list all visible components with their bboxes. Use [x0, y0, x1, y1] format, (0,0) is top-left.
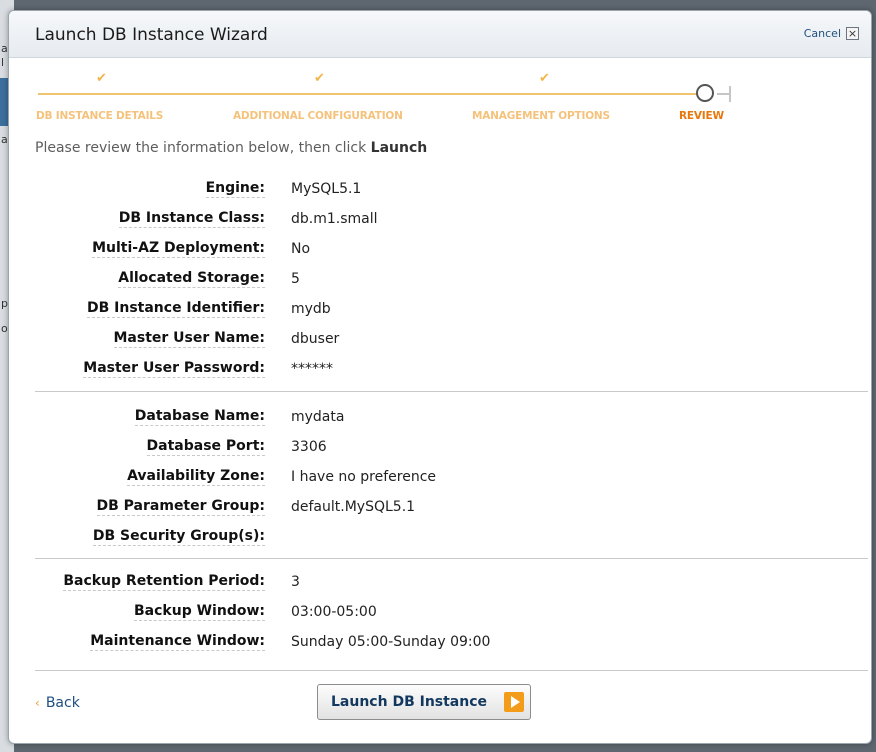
review-label: Master User Name:: [113, 330, 265, 348]
background-text-fragment: a: [1, 133, 8, 146]
review-label: DB Instance Class:: [118, 210, 265, 228]
back-link[interactable]: ‹ Back: [35, 695, 80, 711]
dialog-title: Launch DB Instance Wizard: [35, 25, 268, 45]
review-label: Allocated Storage:: [118, 270, 265, 288]
review-label: Database Name:: [134, 408, 265, 426]
review-row-availability-zone: Availability Zone: I have no preference: [9, 467, 871, 489]
step-management-options: MANAGEMENT OPTIONS: [472, 110, 610, 122]
review-row-multi-az: Multi-AZ Deployment: No: [9, 239, 871, 261]
review-row-instance-identifier: DB Instance Identifier: mydb: [9, 299, 871, 321]
review-label: DB Security Group(s):: [92, 528, 265, 546]
progress-line: [38, 93, 706, 95]
review-row-instance-class: DB Instance Class: db.m1.small: [9, 209, 871, 231]
review-value: 3: [291, 574, 300, 590]
review-value: ******: [291, 361, 333, 377]
background-text-fragment: o: [1, 322, 8, 335]
review-row-security-groups: DB Security Group(s):: [9, 527, 871, 549]
review-label: Engine:: [205, 180, 265, 198]
step-complete-check-icon: ✔: [539, 71, 550, 86]
step-review: REVIEW: [679, 110, 724, 122]
review-value: default.MySQL5.1: [291, 499, 416, 515]
review-value: 3306: [291, 439, 327, 455]
review-label: DB Parameter Group:: [96, 498, 265, 516]
review-value: 5: [291, 271, 300, 287]
review-value: mydb: [291, 301, 331, 317]
review-row-backup-retention: Backup Retention Period: 3: [9, 572, 871, 594]
review-row-database-port: Database Port: 3306: [9, 437, 871, 459]
section-divider: [35, 391, 868, 392]
wizard-progress: ✔ ✔ ✔ DB INSTANCE DETAILS ADDITIONAL CON…: [9, 68, 871, 128]
step-complete-check-icon: ✔: [314, 71, 325, 86]
chevron-left-icon: ‹: [35, 696, 40, 710]
review-value: db.m1.small: [291, 211, 378, 227]
play-arrow-icon: [504, 692, 524, 712]
review-value: mydata: [291, 409, 345, 425]
step-db-instance-details: DB INSTANCE DETAILS: [36, 110, 164, 122]
launch-wizard-dialog: Launch DB Instance Wizard Cancel × ✔ ✔ ✔…: [8, 10, 872, 744]
step-additional-configuration: ADDITIONAL CONFIGURATION: [233, 110, 403, 122]
review-label: Backup Retention Period:: [63, 573, 265, 591]
review-value: No: [291, 241, 311, 257]
section-divider: [35, 670, 868, 671]
review-value: Sunday 05:00-Sunday 09:00: [291, 634, 491, 650]
launch-db-instance-button[interactable]: Launch DB Instance: [317, 684, 531, 720]
review-row-allocated-storage: Allocated Storage: 5: [9, 269, 871, 291]
review-value: MySQL5.1: [291, 181, 362, 197]
review-instructions: Please review the information below, the…: [35, 140, 427, 156]
review-row-engine: Engine: MySQL5.1: [9, 179, 871, 201]
progress-end-tick: [729, 86, 731, 102]
close-icon[interactable]: ×: [846, 27, 859, 40]
back-label: Back: [45, 695, 80, 711]
review-label: Maintenance Window:: [90, 633, 265, 651]
review-label: Backup Window:: [134, 603, 265, 621]
cancel-label: Cancel: [803, 27, 841, 40]
background-text-fragment: p: [1, 297, 8, 310]
review-value: I have no preference: [291, 469, 437, 485]
review-row-database-name: Database Name: mydata: [9, 407, 871, 429]
review-row-parameter-group: DB Parameter Group: default.MySQL5.1: [9, 497, 871, 519]
review-row-master-user-name: Master User Name: dbuser: [9, 329, 871, 351]
review-row-maintenance-window: Maintenance Window: Sunday 05:00-Sunday …: [9, 632, 871, 654]
launch-button-label: Launch DB Instance: [331, 694, 488, 710]
review-instructions-emphasis: Launch: [370, 140, 428, 156]
section-divider: [35, 558, 868, 559]
review-row-master-user-password: Master User Password: ******: [9, 359, 871, 381]
review-row-backup-window: Backup Window: 03:00-05:00: [9, 602, 871, 624]
review-label: Database Port:: [146, 438, 265, 456]
step-complete-check-icon: ✔: [96, 71, 107, 86]
review-label: Availability Zone:: [127, 468, 265, 486]
review-label: Master User Password:: [83, 360, 265, 378]
background-text-fragment: a: [1, 42, 8, 55]
current-step-circle-icon: [696, 84, 714, 102]
review-value: 03:00-05:00: [291, 604, 377, 620]
review-label: Multi-AZ Deployment:: [92, 240, 265, 258]
dialog-titlebar: Launch DB Instance Wizard Cancel ×: [9, 11, 871, 58]
review-instructions-text: Please review the information below, the…: [35, 140, 371, 156]
cancel-button[interactable]: Cancel ×: [804, 27, 859, 40]
review-value: dbuser: [291, 331, 340, 347]
review-label: DB Instance Identifier:: [86, 300, 265, 318]
background-text-fragment: l: [1, 56, 5, 69]
